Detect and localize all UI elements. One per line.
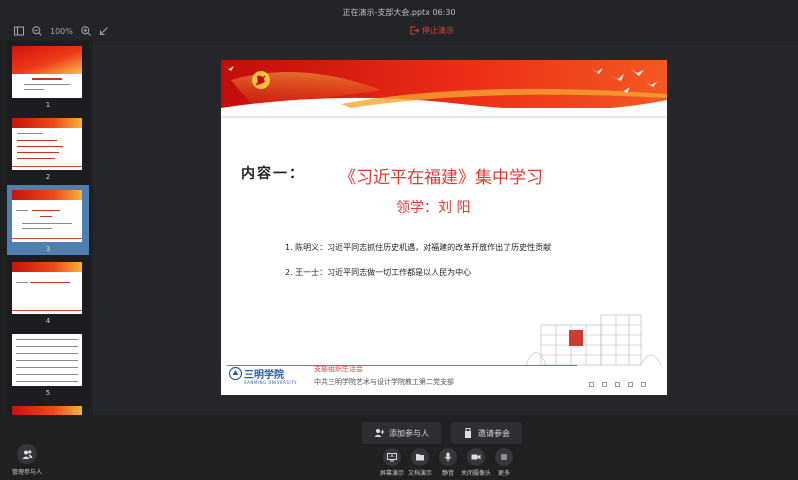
zoom-out-icon[interactable] [32,26,42,36]
thumbnail-preview [12,334,82,386]
footer-subtitle: 支部组织生活会 [314,365,363,373]
top-bar: 正在演示-支部大会.pptx 06:30 100% 停止演示 [0,0,798,40]
sidebar-toggle-icon[interactable] [14,26,24,36]
slide-thumbnail-3[interactable]: 3 [7,185,89,255]
collapse-arrow-icon[interactable] [99,26,109,36]
manage-participants-button[interactable]: 管理参与人 [10,444,44,476]
more-label: 更多 [497,470,510,477]
header-divider [221,116,667,118]
invite-icon [465,428,471,438]
campus-building-illustration [525,314,662,366]
party-emblem-icon [252,71,270,89]
presentation-title: 正在演示-支部大会.pptx 06:30 [342,8,456,17]
slide-thumbnail-panel: 1 2 3 4 5 [7,41,89,415]
current-slide: 内容一： 《习近平在福建》集中学习 领学：刘 阳 1. 陈明义：习近平同志抓住历… [221,60,667,395]
stop-presentation-button[interactable]: 停止演示 [410,25,454,36]
screen-share-button[interactable]: 屏幕演示 [377,448,407,477]
add-participant-button[interactable]: 添加参与人 [362,422,441,444]
document-share-button[interactable]: 文档演示 [405,448,435,477]
invite-button[interactable]: 邀请参会 [451,422,522,444]
document-share-icon [416,454,424,461]
manage-participants-label: 管理参与人 [11,469,42,476]
view-toolbar: 100% [14,26,109,36]
slide-thumbnail-2[interactable]: 2 [7,113,89,183]
slide-thumbnail-6[interactable] [7,401,89,415]
exit-icon [410,26,419,35]
document-share-label: 文档演示 [407,470,432,477]
section-label: 内容一： [241,166,305,182]
camera-toggle-label: 关闭摄像头 [461,470,492,477]
more-menu-icon [501,454,507,460]
thumbnail-preview [12,118,82,170]
university-name: 三明学院 [244,370,284,381]
slide-leader: 领学：刘 阳 [396,200,471,216]
slide-heading: 《习近平在福建》集中学习 [339,168,543,188]
invite-label: 邀请参会 [478,428,510,438]
thumbnail-preview [12,262,82,314]
zoom-level: 100% [50,26,73,36]
thumbnail-preview [12,190,82,242]
zoom-in-icon[interactable] [81,26,91,36]
footer-organization: 中共三明学院艺术与设计学院教工第二党支部 [314,378,454,386]
more-button[interactable]: 更多 [489,448,519,477]
mute-button[interactable]: 静音 [433,448,463,477]
camera-toggle-button[interactable]: 关闭摄像头 [461,448,491,477]
screen-share-label: 屏幕演示 [379,470,404,477]
slide-bullet-2: 2. 王一士：习近平同志做一切工作都是以人民为中心 [285,268,472,277]
slide-number: 1 [45,101,51,109]
add-user-icon [374,429,384,437]
stop-presentation-label: 停止演示 [422,26,454,35]
thumbnail-preview [12,406,82,415]
slide-thumbnail-1[interactable]: 1 [7,41,89,111]
slide-thumbnail-4[interactable]: 4 [7,257,89,327]
slide-number: 5 [45,389,51,397]
slide-bullet-1: 1. 陈明义：习近平同志抓住历史机遇，对福建的改革开放作出了历史性贡献 [285,243,552,252]
microphone-icon [444,452,452,462]
slide-number: 4 [45,317,51,325]
slide-number: 3 [45,245,51,253]
footer-decoration [589,382,646,387]
university-name-english: SANMING UNIVERSITY [244,380,298,385]
thumbnail-preview [12,46,82,98]
mute-label: 静音 [441,470,454,477]
slide-header-banner [221,60,667,118]
camera-icon [471,454,481,460]
participants-icon [22,449,32,459]
slide-number: 2 [45,173,51,181]
university-logo-icon [229,366,242,381]
add-participant-label: 添加参与人 [389,428,429,438]
slide-thumbnail-5[interactable]: 5 [7,329,89,399]
screen-share-icon [387,453,397,462]
